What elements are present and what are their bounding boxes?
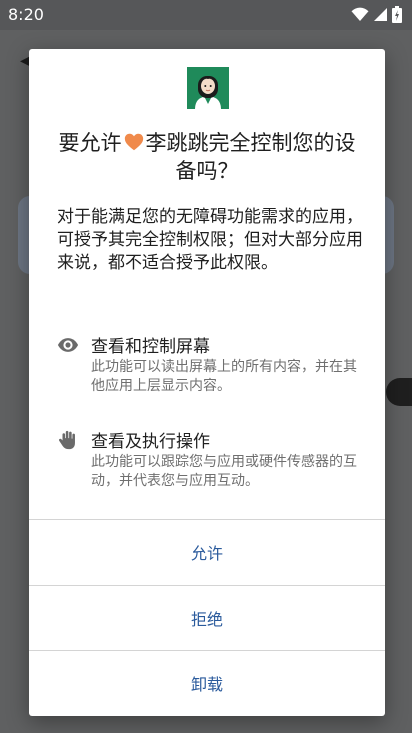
uninstall-button[interactable]: 卸载 [29,651,385,715]
heart-icon [124,133,143,151]
allow-button[interactable]: 允许 [29,520,385,584]
status-icons [351,6,402,23]
dialog-title-suffix: 李跳跳完全控制您的设备吗？ [145,131,356,183]
floating-handle [386,378,412,406]
hand-icon [58,430,75,450]
dialog-title-prefix: 要允许 [58,131,122,155]
accessibility-permission-dialog: 要允许 李跳跳完全控制您的设备吗？ 对于能满足您的无障碍功能需求的应用，可授予其完… [29,49,385,716]
battery-icon [392,6,402,23]
permission-title: 查看和控制屏幕 [91,337,210,357]
status-bar: 8:20 [0,0,412,30]
dialog-description: 对于能满足您的无障碍功能需求的应用，可授予其完全控制权限；但对大部分应用来说，都… [57,207,363,273]
eye-icon [57,338,79,352]
status-time: 8:20 [8,5,44,24]
app-avatar-icon [187,67,229,109]
permission-description: 此功能可以读出屏幕上的所有内容，并在其他应用上层显示内容。 [91,359,357,394]
wifi-icon [351,7,369,22]
permission-description: 此功能可以跟踪您与应用或硬件传感器的互动，并代表您与应用互动。 [91,454,357,489]
signal-icon [374,8,387,21]
deny-button[interactable]: 拒绝 [29,586,385,650]
dialog-title: 要允许 李跳跳完全控制您的设备吗？ [49,129,365,185]
permission-title: 查看及执行操作 [91,432,210,452]
